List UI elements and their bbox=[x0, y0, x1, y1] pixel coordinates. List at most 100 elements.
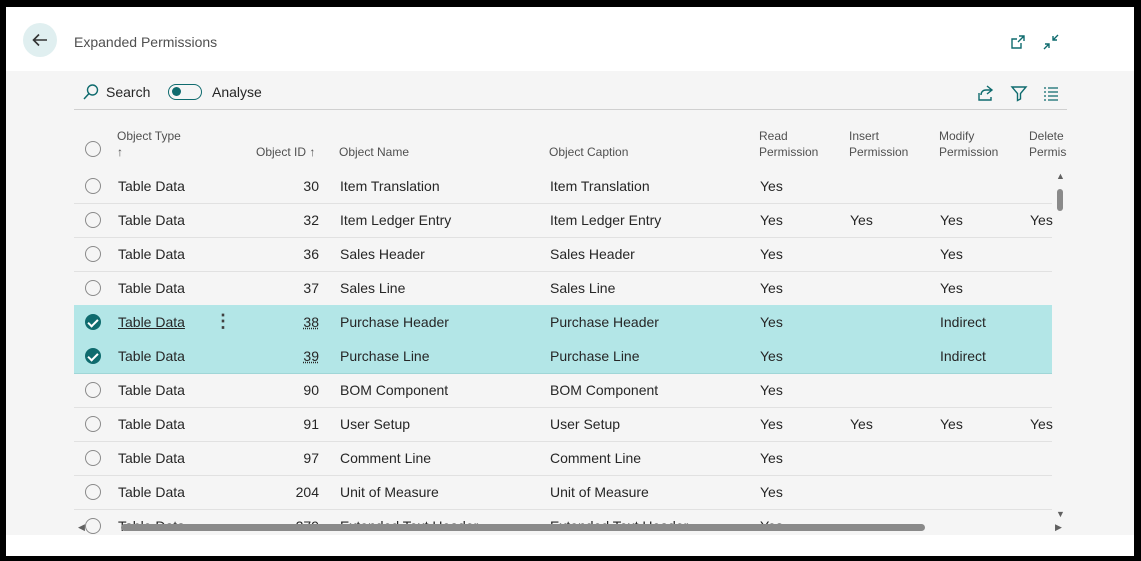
object-id-cell[interactable]: 37 bbox=[269, 271, 319, 305]
column-header-delete-permission[interactable]: Delete Permiss bbox=[1029, 128, 1067, 160]
horizontal-scrollbar[interactable]: ◀ ▶ bbox=[74, 521, 1066, 535]
toggle-switch[interactable] bbox=[168, 84, 202, 100]
object-type-cell[interactable]: Table Data bbox=[118, 339, 185, 373]
row-select-checkbox[interactable] bbox=[85, 484, 101, 500]
scrollbar-thumb[interactable] bbox=[121, 524, 925, 531]
row-select-checkbox[interactable] bbox=[85, 178, 101, 194]
scroll-up-icon[interactable]: ▲ bbox=[1056, 171, 1065, 181]
insert-permission-cell: Yes bbox=[850, 416, 873, 432]
share-icon[interactable] bbox=[977, 84, 995, 102]
column-label: Permiss bbox=[1029, 145, 1067, 159]
delete-permission-cell: Yes bbox=[1030, 416, 1053, 432]
row-select-checkbox[interactable] bbox=[85, 348, 101, 364]
object-id-cell[interactable]: 32 bbox=[269, 203, 319, 237]
object-type-cell[interactable]: Table Data bbox=[118, 373, 185, 407]
column-header-object-caption[interactable]: Object Caption bbox=[549, 144, 628, 160]
column-header-read-permission[interactable]: Read Permission bbox=[759, 128, 818, 160]
object-name-cell: Item Ledger Entry bbox=[340, 212, 452, 228]
column-label: Insert bbox=[849, 129, 880, 143]
collapse-icon[interactable] bbox=[1042, 33, 1060, 51]
object-type-cell[interactable]: Table Data bbox=[118, 271, 185, 305]
table-row[interactable]: Table Data ⋮ 38 Purchase Header Purchase Hea… bbox=[74, 305, 1052, 340]
list-view-icon[interactable] bbox=[1042, 84, 1060, 102]
row-select-checkbox[interactable] bbox=[85, 280, 101, 296]
object-id-cell[interactable]: 36 bbox=[269, 237, 319, 271]
column-label: Modify bbox=[939, 129, 975, 143]
object-name-cell: User Setup bbox=[340, 416, 411, 432]
object-id-cell[interactable]: 30 bbox=[269, 169, 319, 203]
object-name-cell: Sales Header bbox=[340, 246, 425, 262]
object-type-cell[interactable]: Table Data bbox=[118, 475, 185, 509]
scrollbar-thumb[interactable] bbox=[1057, 189, 1063, 211]
back-button[interactable] bbox=[23, 23, 57, 57]
column-header-insert-permission[interactable]: Insert Permission bbox=[849, 128, 908, 160]
row-select-checkbox[interactable] bbox=[85, 212, 101, 228]
page-title: Expanded Permissions bbox=[74, 34, 218, 50]
table-row[interactable]: Table Data 39 Purchase Line Purchase Line Ye… bbox=[74, 339, 1052, 374]
object-type-cell[interactable]: Table Data bbox=[118, 169, 185, 203]
object-caption-cell: Unit of Measure bbox=[550, 484, 649, 500]
object-type-cell[interactable]: Table Data bbox=[118, 237, 185, 271]
object-id-cell[interactable]: 204 bbox=[269, 475, 319, 509]
object-caption-cell: Item Ledger Entry bbox=[550, 212, 662, 228]
object-name-cell: BOM Component bbox=[340, 382, 449, 398]
column-label: Permission bbox=[759, 145, 819, 159]
row-select-checkbox[interactable] bbox=[85, 246, 101, 262]
table-row[interactable]: Table Data 37 Sales Line Sales Line Yes Yes bbox=[74, 271, 1052, 306]
search-button[interactable]: Search bbox=[82, 77, 150, 107]
column-header-object-name[interactable]: Object Name bbox=[339, 144, 409, 160]
table-row[interactable]: Table Data 90 BOM Component BOM Component Ye… bbox=[74, 373, 1052, 408]
object-caption-cell: Item Translation bbox=[550, 178, 650, 194]
open-in-new-window-icon[interactable] bbox=[1009, 33, 1027, 51]
column-label: Object Type bbox=[117, 129, 181, 143]
row-select-checkbox[interactable] bbox=[85, 450, 101, 466]
column-header-object-type[interactable]: Object Type ↑ bbox=[117, 128, 181, 160]
row-actions-icon[interactable]: ⋮ bbox=[214, 305, 232, 339]
object-id-cell[interactable]: 90 bbox=[269, 373, 319, 407]
object-id-cell[interactable]: 91 bbox=[269, 407, 319, 441]
scroll-left-icon[interactable]: ◀ bbox=[78, 522, 85, 533]
object-type-cell[interactable]: Table Data bbox=[118, 407, 185, 441]
table-row[interactable]: Table Data 91 User Setup User Setup Yes Yes Ye… bbox=[74, 407, 1053, 442]
table-row[interactable]: Table Data 36 Sales Header Sales Header Yes Y… bbox=[74, 237, 1052, 272]
read-permission-cell: Yes bbox=[760, 280, 783, 296]
action-bar: Search Analyse bbox=[74, 77, 1067, 110]
insert-permission-cell: Yes bbox=[850, 212, 873, 228]
column-label: Delete bbox=[1029, 129, 1064, 143]
filter-icon[interactable] bbox=[1010, 84, 1028, 102]
row-select-checkbox[interactable] bbox=[85, 416, 101, 432]
object-id-cell[interactable]: 38 bbox=[269, 305, 319, 339]
search-label: Search bbox=[106, 84, 151, 100]
analyse-toggle[interactable]: Analyse bbox=[168, 77, 262, 107]
table-row[interactable]: Table Data 97 Comment Line Comment Line Yes bbox=[74, 441, 1052, 476]
modify-permission-cell: Yes bbox=[940, 212, 963, 228]
footer-area bbox=[6, 535, 1134, 556]
modify-permission-cell: Indirect bbox=[940, 348, 986, 364]
scroll-down-icon[interactable]: ▼ bbox=[1056, 509, 1065, 519]
scroll-right-icon[interactable]: ▶ bbox=[1055, 522, 1062, 533]
object-name-cell: Purchase Line bbox=[340, 348, 430, 364]
object-caption-cell: User Setup bbox=[550, 416, 621, 432]
table-row[interactable]: Table Data 204 Unit of Measure Unit of Meas… bbox=[74, 475, 1052, 510]
vertical-scrollbar[interactable]: ▲ ▼ bbox=[1054, 171, 1066, 521]
table-row[interactable]: Table Data 32 Item Ledger Entry Item Ledger… bbox=[74, 203, 1053, 238]
table-row[interactable]: Table Data 30 Item Translation Item Transla… bbox=[74, 169, 1052, 204]
column-label: Read bbox=[759, 129, 788, 143]
object-name-cell: Purchase Header bbox=[340, 314, 449, 330]
select-all-checkbox[interactable] bbox=[85, 141, 101, 157]
object-id-cell[interactable]: 39 bbox=[269, 339, 319, 373]
modify-permission-cell: Yes bbox=[940, 416, 963, 432]
row-select-checkbox[interactable] bbox=[85, 382, 101, 398]
object-type-cell[interactable]: Table Data bbox=[118, 203, 185, 237]
object-type-cell[interactable]: Table Data bbox=[118, 305, 185, 339]
object-id-cell[interactable]: 97 bbox=[269, 441, 319, 475]
read-permission-cell: Yes bbox=[760, 314, 783, 330]
object-type-cell[interactable]: Table Data bbox=[118, 441, 185, 475]
row-select-checkbox[interactable] bbox=[85, 314, 101, 330]
object-name-cell: Sales Line bbox=[340, 280, 406, 296]
sort-ascending-icon: ↑ bbox=[117, 145, 123, 159]
read-permission-cell: Yes bbox=[760, 382, 783, 398]
column-header-modify-permission[interactable]: Modify Permission bbox=[939, 128, 998, 160]
column-header-object-id[interactable]: Object ID ↑ bbox=[256, 144, 315, 160]
modify-permission-cell: Yes bbox=[940, 280, 963, 296]
